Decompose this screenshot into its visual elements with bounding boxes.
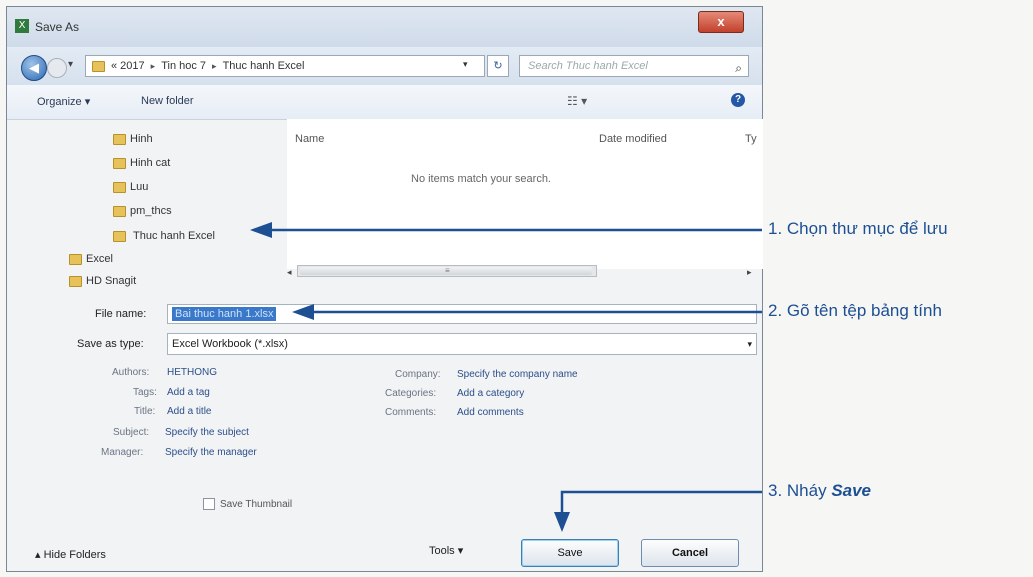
arrowhead-step3-icon	[554, 512, 570, 532]
annotation-step3-prefix: 3. Nháy	[768, 481, 832, 500]
annotation-step3-emph: Save	[831, 481, 872, 500]
arrowhead-step2-icon	[292, 304, 314, 320]
annotation-arrows	[250, 222, 762, 532]
annotation-step3: 3. Nháy Save	[768, 481, 871, 501]
arrow-step3	[560, 490, 762, 516]
annotation-step2: 2. Gõ tên tệp bảng tính	[768, 301, 942, 320]
annotation-step1: 1. Chọn thư mục để lưu	[768, 219, 948, 238]
arrowhead-step1-icon	[250, 222, 272, 238]
